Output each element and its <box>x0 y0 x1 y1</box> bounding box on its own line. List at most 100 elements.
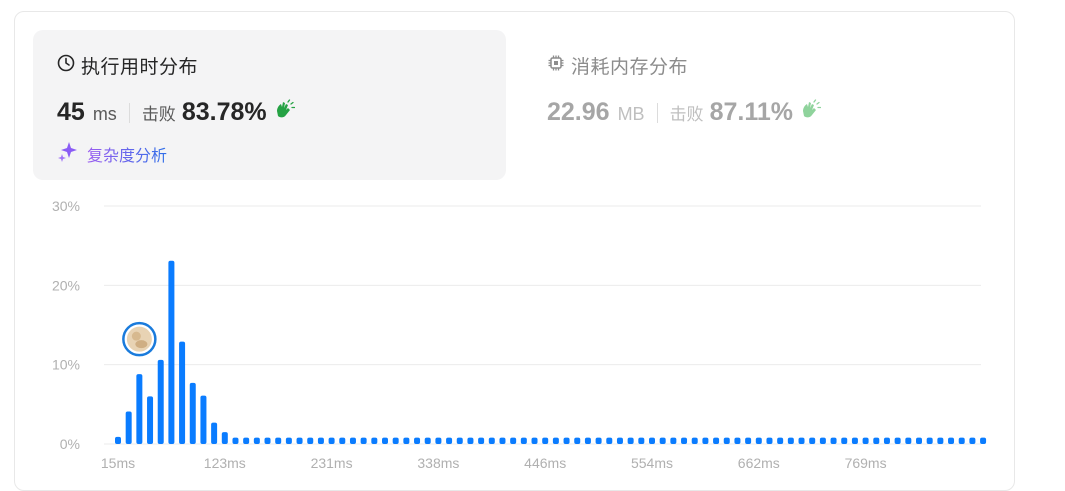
bar <box>883 437 890 444</box>
bar <box>766 437 773 444</box>
clock-icon <box>57 54 75 78</box>
y-tick-label: 30% <box>52 198 80 214</box>
x-tick-label: 554ms <box>631 455 673 471</box>
bar <box>510 437 517 444</box>
bar <box>243 437 250 444</box>
bar <box>488 437 495 444</box>
bar <box>349 437 356 444</box>
runtime-value: 45 <box>57 98 85 126</box>
bar <box>851 437 858 444</box>
bar <box>723 437 730 444</box>
bar <box>125 411 132 444</box>
bar <box>232 437 239 444</box>
bar <box>424 437 431 444</box>
bar <box>285 437 292 444</box>
memory-unit: MB <box>617 104 645 124</box>
bar <box>830 437 837 444</box>
bar <box>873 437 880 444</box>
x-tick-label: 123ms <box>204 455 246 471</box>
stat-divider <box>656 102 658 123</box>
bar <box>221 432 228 444</box>
y-tick-label: 10% <box>52 357 80 373</box>
bar <box>948 437 955 444</box>
bar <box>446 437 453 444</box>
bar <box>777 437 784 444</box>
bar <box>595 437 602 444</box>
bar <box>499 437 506 444</box>
bar <box>371 437 378 444</box>
bar <box>584 437 591 444</box>
runtime-header: 执行用时分布 <box>57 52 198 79</box>
bar <box>275 437 282 444</box>
x-tick-label: 338ms <box>417 455 459 471</box>
bar <box>713 437 720 444</box>
complexity-analysis-link[interactable]: 复杂度分析 <box>57 140 167 167</box>
bar <box>317 437 324 444</box>
bar <box>809 437 816 444</box>
memory-tab[interactable]: 消耗内存分布 22.96 MB 击败 87.11% <box>530 30 1000 180</box>
bar <box>841 437 848 444</box>
bar <box>681 437 688 444</box>
bar <box>702 437 709 444</box>
bar <box>627 437 634 444</box>
bar <box>638 437 645 444</box>
runtime-tab[interactable]: 执行用时分布 45 ms 击败 83.78% 复杂度分析 <box>33 30 506 180</box>
bar <box>264 437 271 444</box>
bar <box>616 437 623 444</box>
bar <box>168 260 175 444</box>
bar <box>136 374 143 444</box>
bar <box>307 437 314 444</box>
bar <box>787 437 794 444</box>
x-tick-label: 662ms <box>738 455 780 471</box>
bar <box>456 437 463 444</box>
memory-stats: 22.96 MB 击败 87.11% <box>547 98 822 127</box>
bar <box>157 359 164 444</box>
bar <box>659 437 666 444</box>
bar <box>478 437 485 444</box>
x-tick-label: 446ms <box>524 455 566 471</box>
bar <box>414 437 421 444</box>
runtime-title: 执行用时分布 <box>81 57 199 78</box>
bar <box>435 437 442 444</box>
chip-icon <box>547 54 565 78</box>
bar <box>382 437 388 444</box>
bar <box>670 437 677 444</box>
bar <box>328 437 335 444</box>
bar <box>606 437 613 444</box>
x-tick-label: 769ms <box>845 455 887 471</box>
bar <box>520 437 527 444</box>
bar <box>467 437 474 444</box>
bar <box>542 437 549 444</box>
runtime-stats: 45 ms 击败 83.78% <box>57 98 295 127</box>
memory-header: 消耗内存分布 <box>547 52 688 79</box>
bar <box>894 437 901 444</box>
bar <box>531 437 538 444</box>
bar <box>253 437 260 444</box>
bar <box>734 437 741 444</box>
bar <box>403 437 410 444</box>
bar <box>905 437 912 444</box>
runtime-distribution-chart: 30% 20% 10% 0% 15ms 123ms 231ms 338ms 446ms 554ms… <box>52 198 987 471</box>
bar <box>189 382 196 444</box>
runtime-beat-percent: 83.78% <box>181 98 267 126</box>
clap-hands-icon <box>273 99 295 126</box>
bar <box>147 396 154 444</box>
bar <box>574 437 581 444</box>
bar <box>649 437 655 444</box>
bar <box>819 437 826 444</box>
complexity-analysis-label: 复杂度分析 <box>87 142 167 166</box>
bar <box>969 437 976 444</box>
bar <box>360 437 367 444</box>
bar <box>339 437 346 444</box>
bar <box>179 341 186 444</box>
bar <box>916 437 922 444</box>
bar <box>691 437 698 444</box>
bar <box>755 437 762 444</box>
x-tick-label: 15ms <box>101 455 135 471</box>
y-tick-label: 0% <box>60 436 80 452</box>
y-tick-label: 20% <box>52 277 80 293</box>
memory-beat-label: 击败 <box>669 105 704 124</box>
bar <box>862 437 869 444</box>
bar <box>745 437 752 444</box>
runtime-unit: ms <box>92 104 117 124</box>
